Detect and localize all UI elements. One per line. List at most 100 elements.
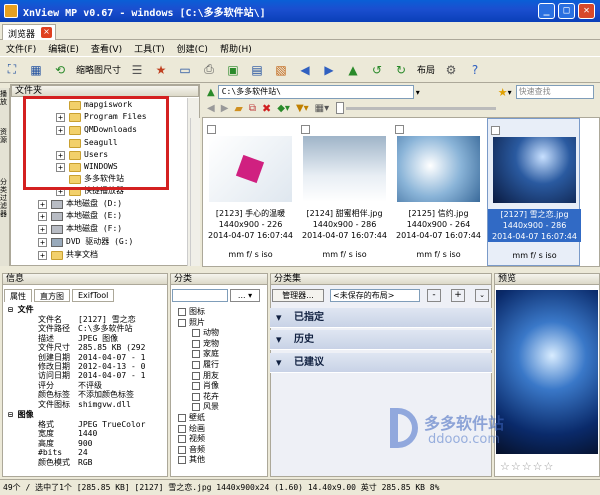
tree-item-dvd-g[interactable]: + DVD 驱动器 (G:): [38, 236, 133, 248]
remove-set-button[interactable]: -: [427, 289, 441, 302]
tree-item-drive-d[interactable]: + 本地磁盘 (D:): [38, 198, 122, 210]
rotate-right-icon[interactable]: ↻: [391, 60, 411, 80]
menu-create[interactable]: 创建(C): [171, 42, 214, 55]
rotate-left-icon[interactable]: ↺: [367, 60, 387, 80]
fullscreen-icon[interactable]: ⛶: [2, 60, 22, 80]
category-item[interactable]: 风景: [192, 402, 219, 412]
category-checkbox[interactable]: [192, 392, 200, 401]
forward-icon[interactable]: ▶: [319, 60, 339, 80]
zoom-thumb-small[interactable]: [336, 102, 345, 114]
category-item[interactable]: 家庭: [192, 349, 219, 359]
category-item[interactable]: 图标: [178, 307, 205, 317]
tab-properties[interactable]: 属性: [4, 289, 32, 302]
layout-button[interactable]: 布局: [417, 63, 435, 76]
filter-icon[interactable]: ▼▾: [296, 103, 309, 114]
category-item[interactable]: 壁纸: [178, 413, 205, 423]
category-checkbox[interactable]: [192, 403, 200, 412]
thumbnail-item[interactable]: [2123] 手心的温暖 1440x900 - 226 2014-04-07 16:…: [204, 118, 297, 266]
close-tab-icon[interactable]: ×: [41, 27, 53, 38]
compare-icon[interactable]: ▤: [247, 60, 267, 80]
category-item[interactable]: 履行: [192, 360, 219, 370]
menu-view[interactable]: 查看(V): [85, 42, 128, 55]
tab-browser[interactable]: 浏览器 ×: [2, 24, 57, 40]
up-icon[interactable]: ▲: [343, 60, 363, 80]
tree-item-shared-docs[interactable]: + 共享文档: [38, 249, 98, 261]
menu-edit[interactable]: 编辑(E): [42, 42, 85, 55]
thumbnail-item-selected[interactable]: [2127] 雪之恋.jpg 1440x900 - 286 2014-04-07 1…: [487, 118, 581, 266]
category-checkbox[interactable]: [178, 445, 186, 454]
section-assigned[interactable]: 已指定: [270, 308, 492, 328]
side-tab-category-filter[interactable]: 分类过滤器: [0, 178, 10, 218]
zoom-slider[interactable]: [346, 106, 497, 110]
category-item[interactable]: 动物: [192, 328, 219, 338]
side-tab-resources[interactable]: 资源: [0, 128, 10, 144]
category-item[interactable]: 肖像: [192, 381, 219, 391]
new-folder-icon[interactable]: ▰: [234, 102, 242, 115]
layout-select[interactable]: <未保存的布局>: [330, 289, 420, 302]
star-dropdown-icon[interactable]: ▾: [508, 88, 512, 97]
info-section-file[interactable]: ⊟ 文件: [8, 305, 34, 314]
nav-up-icon[interactable]: ▲: [207, 87, 215, 98]
help-icon[interactable]: ?: [465, 60, 485, 80]
webpage-icon[interactable]: ▧: [271, 60, 291, 80]
category-item[interactable]: 音频: [178, 445, 205, 455]
thumb-size-button[interactable]: 缩略图尺寸: [76, 63, 121, 76]
category-checkbox[interactable]: [192, 329, 200, 338]
tree-item-drive-f[interactable]: + 本地磁盘 (F:): [38, 223, 122, 235]
rating-stars[interactable]: ☆☆☆☆☆: [500, 461, 596, 473]
close-button[interactable]: ✕: [578, 3, 595, 19]
side-tab-play[interactable]: 播放: [0, 90, 10, 106]
category-item[interactable]: 花卉: [192, 392, 219, 402]
category-checkbox[interactable]: [192, 339, 200, 348]
tag-icon[interactable]: ◆▾: [277, 103, 290, 114]
menu-help[interactable]: 帮助(H): [214, 42, 258, 55]
capture-icon[interactable]: ⎙: [199, 60, 219, 80]
section-history[interactable]: 历史: [270, 330, 492, 350]
nav-forward-icon[interactable]: ▶: [221, 103, 229, 114]
add-set-button[interactable]: +: [451, 289, 465, 302]
category-checkbox[interactable]: [178, 435, 186, 444]
category-checkbox[interactable]: [178, 414, 186, 422]
tab-exiftool[interactable]: ExifTool: [72, 289, 115, 302]
category-options-button[interactable]: ... ▾: [230, 289, 260, 302]
path-dropdown-icon[interactable]: ▾: [416, 88, 420, 97]
convert-icon[interactable]: ▣: [223, 60, 243, 80]
category-item[interactable]: 宠物: [192, 339, 219, 349]
sort-icon[interactable]: ☰: [127, 60, 147, 80]
delete-icon[interactable]: ✖: [262, 102, 271, 115]
select-checkbox[interactable]: [207, 125, 216, 134]
category-item[interactable]: 照片: [178, 318, 205, 328]
category-checkbox[interactable]: [192, 361, 200, 369]
settings-icon[interactable]: ⚙: [441, 60, 461, 80]
category-checkbox[interactable]: [192, 371, 200, 380]
tree-item-drive-e[interactable]: + 本地磁盘 (E:): [38, 210, 122, 222]
category-checkbox[interactable]: [192, 382, 200, 391]
quick-search-input[interactable]: 快速查找: [515, 85, 594, 99]
back-icon[interactable]: ◀: [295, 60, 315, 80]
manager-button[interactable]: 管理器...: [272, 289, 324, 302]
category-item[interactable]: 视频: [178, 434, 205, 444]
select-checkbox[interactable]: [395, 125, 404, 134]
select-checkbox[interactable]: [301, 125, 310, 134]
nav-back-icon[interactable]: ◀: [207, 103, 215, 114]
bookmark-icon[interactable]: ★: [151, 60, 171, 80]
category-checkbox[interactable]: [192, 350, 200, 359]
menu-tools[interactable]: 工具(T): [128, 42, 171, 55]
category-checkbox[interactable]: [178, 456, 186, 465]
path-input[interactable]: C:\多多软件站\: [217, 85, 414, 99]
maximize-button[interactable]: □: [558, 3, 575, 19]
slideshow-icon[interactable]: ▭: [175, 60, 195, 80]
menu-file[interactable]: 文件(F): [0, 42, 42, 55]
view-mode-icon[interactable]: ▦: [26, 60, 46, 80]
section-suggested[interactable]: 已建议: [270, 353, 492, 373]
category-checkbox[interactable]: [178, 308, 186, 316]
thumb-scrollbar[interactable]: [190, 118, 200, 266]
favorite-star-icon[interactable]: ★: [498, 86, 508, 99]
select-checkbox[interactable]: [491, 126, 500, 135]
thumbnail-item[interactable]: [2124] 甜蜜相伴.jpg 1440x900 - 286 2014-04-07 …: [298, 118, 391, 266]
category-checkbox[interactable]: [178, 424, 186, 433]
more-set-button[interactable]: ⌄: [475, 289, 489, 302]
category-item[interactable]: 其他: [178, 455, 205, 465]
category-filter-input[interactable]: [172, 289, 228, 302]
category-item[interactable]: 绘画: [178, 424, 205, 434]
